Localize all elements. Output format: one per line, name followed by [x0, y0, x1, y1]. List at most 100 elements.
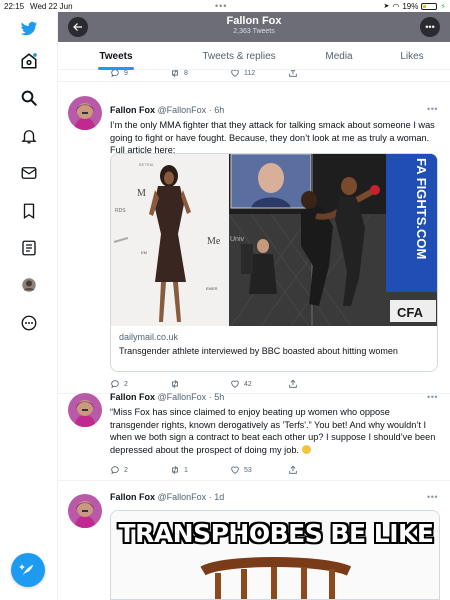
svg-text:Me: Me: [207, 236, 221, 247]
heart-icon: [231, 466, 239, 474]
author-name[interactable]: Fallon Fox: [110, 392, 155, 402]
sidebar: [0, 12, 58, 600]
retweet-icon: [172, 465, 178, 475]
link-card[interactable]: RDS BETRIA Me M EMER EM Univ FA FIGHTS.C…: [110, 153, 438, 372]
retweet-button[interactable]: [170, 378, 184, 390]
tab-media[interactable]: Media: [304, 42, 374, 70]
profile-header: Fallon Fox 2,363 Tweets •••: [58, 12, 450, 42]
svg-text:RDS: RDS: [115, 208, 126, 214]
svg-text:M: M: [137, 188, 146, 199]
tweet-header: Fallon Fox @FallonFox · 1d: [110, 492, 224, 502]
svg-text:EM: EM: [141, 250, 147, 255]
tweet-actions: 2 1 53: [110, 464, 440, 476]
header-more-button[interactable]: •••: [420, 17, 440, 37]
tweet-avatar[interactable]: [68, 96, 102, 130]
like-button[interactable]: 42: [230, 378, 252, 390]
like-button[interactable]: 53: [230, 464, 252, 476]
tweet-more-button[interactable]: •••: [427, 104, 438, 114]
wifi-icon: ◠: [392, 1, 400, 11]
home-icon[interactable]: [18, 50, 40, 72]
compose-feather-icon: [19, 564, 34, 576]
lists-icon[interactable]: [18, 237, 40, 259]
reply-icon: [111, 380, 119, 389]
tab-likes[interactable]: Likes: [374, 42, 450, 70]
share-button[interactable]: [288, 378, 298, 390]
tweet-avatar[interactable]: [68, 393, 102, 427]
twitter-bird-icon[interactable]: [18, 18, 40, 40]
charging-icon: ⚡: [440, 1, 446, 11]
reply-count: 9: [124, 69, 128, 77]
profile-avatar[interactable]: [18, 274, 40, 296]
reply-button[interactable]: 2: [110, 464, 128, 476]
tweet-text: I’m the only MMA fighter that they attac…: [110, 120, 435, 156]
tab-tweets-replies[interactable]: Tweets & replies: [174, 42, 304, 70]
svg-text:Univ: Univ: [230, 236, 245, 243]
svg-text:BETRIA: BETRIA: [139, 162, 154, 167]
heart-icon: [231, 380, 239, 388]
author-handle[interactable]: @FallonFox: [158, 105, 207, 115]
tweet-divider: [58, 480, 450, 481]
author-name[interactable]: Fallon Fox: [110, 492, 155, 502]
card-domain: dailymail.co.uk: [119, 332, 179, 342]
ellipsis-icon: •••: [425, 22, 435, 32]
banner-text: FA FIGHTS.COM: [414, 158, 429, 259]
tweet-divider: [58, 81, 450, 82]
main-timeline: Fallon Fox 2,363 Tweets ••• Tweets Tweet…: [58, 12, 450, 600]
retweet-count: 1: [184, 466, 188, 474]
grimacing-emoji-icon: [301, 444, 311, 454]
tweet-text: “Miss Fox has since claimed to enjoy bea…: [110, 407, 436, 455]
cfa-logo-text: CFA: [397, 305, 424, 320]
share-icon: [289, 465, 297, 474]
retweet-count: 8: [184, 69, 188, 77]
tweet-text-container: “Miss Fox has since claimed to enjoy bea…: [110, 406, 440, 456]
reply-count: 2: [124, 466, 128, 474]
like-count: 112: [244, 69, 256, 77]
retweet-icon: [172, 379, 178, 389]
card-title: Transgender athlete interviewed by BBC b…: [119, 346, 398, 356]
tweet-media[interactable]: TRANSPHOBES BE LIKE: [110, 510, 440, 600]
separator-dot: ·: [208, 392, 212, 402]
notifications-icon[interactable]: [18, 125, 40, 147]
bookmarks-icon[interactable]: [18, 200, 40, 222]
meme-caption: TRANSPHOBES BE LIKE: [118, 519, 434, 548]
tweet-header: Fallon Fox @FallonFox · 5h: [110, 392, 224, 402]
location-icon: ➤: [383, 3, 390, 10]
battery-icon: [421, 2, 438, 10]
messages-icon[interactable]: [18, 162, 40, 184]
multitasking-dots-icon[interactable]: •••: [215, 1, 227, 11]
separator-dot: ·: [208, 105, 212, 115]
tab-tweets[interactable]: Tweets: [58, 42, 174, 70]
tweet-actions: 2 42: [110, 378, 440, 390]
reply-icon: [111, 466, 119, 475]
share-button[interactable]: [288, 464, 298, 476]
more-icon[interactable]: [18, 312, 40, 334]
tweet-more-button[interactable]: •••: [427, 392, 438, 402]
like-count: 53: [244, 466, 252, 474]
profile-tabs: Tweets Tweets & replies Media Likes: [58, 42, 450, 70]
reply-count: 2: [124, 380, 128, 388]
retweet-button[interactable]: 1: [170, 464, 188, 476]
tweet-count: 2,363 Tweets: [233, 28, 275, 35]
tweet-timestamp[interactable]: 6h: [214, 105, 224, 115]
battery-percent: 19%: [402, 1, 419, 11]
separator-dot: ·: [208, 492, 212, 502]
author-handle[interactable]: @FallonFox: [158, 492, 207, 502]
tweet-avatar[interactable]: [68, 494, 102, 528]
svg-text:EMER: EMER: [206, 286, 218, 291]
status-bar: 22:15 Wed 22 Jun ••• ➤ ◠ 19% ⚡: [0, 0, 450, 12]
tweet-timestamp[interactable]: 5h: [214, 392, 224, 402]
share-icon: [289, 379, 297, 388]
card-image: RDS BETRIA Me M EMER EM Univ FA FIGHTS.C…: [111, 154, 437, 327]
status-date: Wed 22 Jun: [30, 1, 73, 11]
tweet-timestamp[interactable]: 1d: [214, 492, 224, 502]
compose-tweet-button[interactable]: [11, 553, 45, 587]
author-name[interactable]: Fallon Fox: [110, 105, 155, 115]
reply-button[interactable]: 2: [110, 378, 128, 390]
search-icon[interactable]: [18, 87, 40, 109]
page-title: Fallon Fox: [226, 15, 282, 27]
like-count: 42: [244, 380, 252, 388]
active-tab-indicator: [98, 67, 134, 70]
status-time: 22:15: [4, 1, 25, 11]
author-handle[interactable]: @FallonFox: [158, 392, 207, 402]
tweet-more-button[interactable]: •••: [427, 492, 438, 502]
